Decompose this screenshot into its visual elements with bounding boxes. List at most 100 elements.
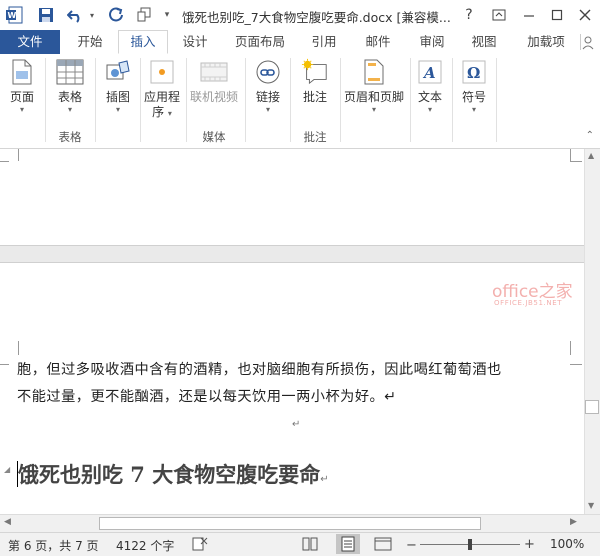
crop-mark (8, 149, 19, 161)
account-icon[interactable] (580, 34, 595, 50)
body-paragraph[interactable]: 胞，但过多吸收酒中含有的酒精，也对脑细胞有所损伤，因此喝红葡萄酒也 不能过量，更… (17, 357, 577, 411)
illustrations-button[interactable]: 插图 ▾ (100, 58, 136, 115)
zoom-in-icon[interactable]: + (524, 537, 535, 552)
group-label-comments: 批注 (303, 130, 327, 144)
redo-icon[interactable] (106, 5, 126, 25)
customize-toolbar-icon[interactable]: ▾ (160, 5, 174, 25)
online-video-button[interactable]: 联机视频 (188, 58, 240, 105)
apps-label-line2: 序 ▾ (152, 105, 172, 119)
comment-label: 批注 (302, 90, 327, 104)
proofing-icon[interactable] (192, 537, 208, 554)
tab-review[interactable]: 审阅 (412, 30, 452, 54)
pages-button[interactable]: 页面 ▾ (4, 58, 40, 115)
heading-text: 饿死也别吃 7 大食物空腹吃要命 (18, 462, 321, 487)
tab-references[interactable]: 引用 (304, 30, 344, 54)
maximize-icon[interactable] (544, 4, 570, 26)
apps-button[interactable]: 应用程 序 ▾ (142, 58, 182, 121)
symbols-button[interactable]: Ω 符号 ▾ (456, 58, 492, 115)
crop-mark (570, 149, 581, 161)
zoom-out-icon[interactable]: − (406, 538, 417, 553)
undo-icon[interactable] (66, 5, 86, 25)
save-icon[interactable] (36, 5, 56, 25)
help-button[interactable]: ? (456, 4, 482, 26)
group-divider (452, 58, 453, 142)
text-box-icon: A (416, 58, 444, 86)
text-button[interactable]: A 文本 ▾ (412, 58, 448, 115)
table-button[interactable]: 表格 ▾ (50, 58, 90, 115)
scroll-left-icon[interactable]: ◀ (4, 517, 11, 527)
apps-label: 应用程 (143, 90, 180, 104)
watermark-url: OFFICE.JB51.NET (494, 299, 563, 307)
tab-design[interactable]: 设计 (174, 30, 216, 54)
vertical-scroll-thumb[interactable] (585, 400, 599, 414)
group-divider (245, 58, 246, 142)
tab-addins[interactable]: 加载项 (518, 30, 574, 54)
read-mode-icon[interactable] (302, 537, 318, 554)
svg-text:A: A (422, 64, 436, 82)
ribbon-insert: 页面 ▾ 表格 ▾ 表格 插图 ▾ 应用程 序 ▾ 联机视频 媒体 链接 ▾ 批… (0, 54, 600, 149)
links-button[interactable]: 链接 ▾ (250, 58, 286, 115)
zoom-slider-thumb[interactable] (468, 539, 472, 550)
word-count[interactable]: 4122 个字 (116, 537, 174, 554)
tab-mailings[interactable]: 邮件 (358, 30, 398, 54)
status-bar: 第 6 页，共 7 页 4122 个字 − + 100% (0, 532, 600, 556)
text-label: 文本 (417, 90, 442, 104)
group-divider (140, 58, 141, 142)
crop-mark (570, 161, 582, 172)
group-divider (95, 58, 96, 142)
tab-home[interactable]: 开始 (68, 30, 112, 54)
group-divider (340, 58, 341, 142)
chevron-down-icon: ▾ (471, 105, 476, 114)
chevron-down-icon: ▾ (265, 105, 270, 114)
chevron-down-icon: ▾ (19, 105, 24, 114)
touch-mode-icon[interactable] (134, 5, 154, 25)
ribbon-display-options-icon[interactable] (486, 4, 512, 26)
pages-label: 页面 (9, 90, 34, 104)
minimize-icon[interactable] (516, 4, 542, 26)
header-footer-label: 页眉和页脚 (343, 90, 404, 104)
horizontal-scroll-thumb[interactable] (99, 517, 481, 530)
heading-collapse-icon[interactable]: ◢ (4, 465, 10, 474)
page-icon (8, 58, 36, 86)
new-comment-button[interactable]: 批注 (294, 58, 336, 105)
scroll-down-icon[interactable]: ▼ (588, 501, 594, 510)
paragraph-line: 不能过量，更不能酗酒，还是以每天饮用一两小杯为好。↵ (17, 389, 397, 405)
tab-page-layout[interactable]: 页面布局 (228, 30, 292, 54)
web-layout-icon[interactable] (374, 537, 392, 554)
apps-icon (148, 58, 176, 86)
group-divider (45, 58, 46, 142)
links-label: 链接 (255, 90, 280, 104)
zoom-level[interactable]: 100% (550, 537, 584, 551)
word-app-icon[interactable]: W (4, 5, 24, 25)
svg-text:W: W (8, 11, 17, 20)
crop-mark (570, 341, 581, 355)
omega-icon: Ω (460, 58, 488, 86)
page-count[interactable]: 第 6 页，共 7 页 (8, 537, 99, 554)
document-heading[interactable]: 饿死也别吃 7 大食物空腹吃要命↵ (18, 459, 329, 489)
chevron-down-icon: ▾ (371, 105, 376, 114)
crop-mark (0, 161, 9, 172)
group-divider (290, 58, 291, 142)
collapse-ribbon-icon[interactable]: ⌃ (586, 130, 594, 141)
table-label: 表格 (57, 90, 82, 104)
tab-file[interactable]: 文件 (0, 30, 60, 54)
tab-view[interactable]: 视图 (464, 30, 504, 54)
group-label-media: 媒体 (202, 130, 226, 144)
crop-mark (0, 354, 9, 365)
scroll-right-icon[interactable]: ▶ (570, 517, 577, 527)
crop-mark (8, 341, 19, 355)
header-footer-button[interactable]: 页眉和页脚 ▾ (342, 58, 406, 115)
document-area[interactable]: office之家 OFFICE.JB51.NET 胞，但过多吸收酒中含有的酒精，… (0, 149, 584, 514)
close-icon[interactable] (572, 4, 598, 26)
vertical-scrollbar[interactable]: ▲ ▼ (584, 149, 600, 514)
scroll-up-icon[interactable]: ▲ (588, 151, 594, 160)
group-divider (496, 58, 497, 142)
print-layout-icon[interactable] (336, 534, 360, 554)
comment-icon (301, 58, 329, 86)
tab-insert[interactable]: 插入 (118, 30, 168, 54)
undo-dropdown-icon[interactable]: ▾ (86, 5, 98, 25)
link-icon (254, 58, 282, 86)
online-video-label: 联机视频 (189, 90, 238, 104)
paragraph-mark: ↵ (320, 474, 329, 485)
paragraph-mark: ↵ (292, 419, 301, 430)
